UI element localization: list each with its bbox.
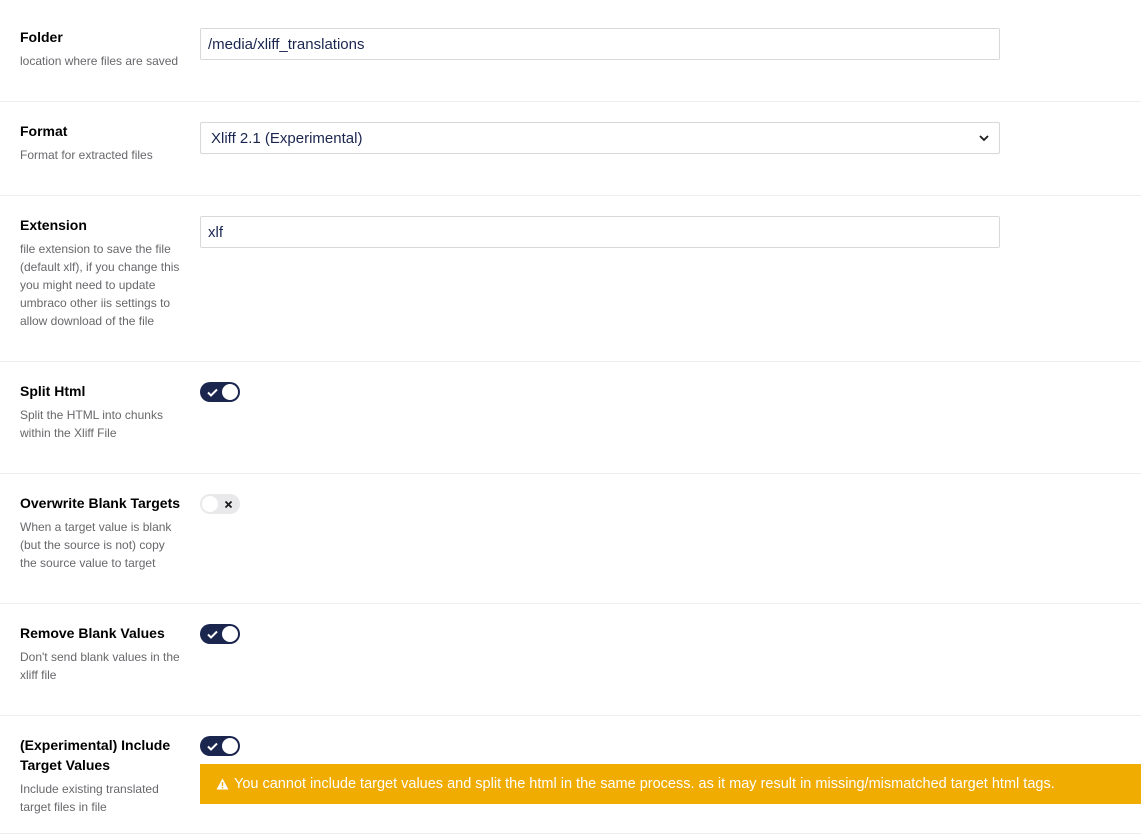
- split-html-description: Split the HTML into chunks within the Xl…: [20, 408, 163, 440]
- extension-control: [200, 216, 1000, 248]
- extension-label: Extension: [20, 217, 87, 233]
- close-icon: [219, 494, 237, 514]
- setting-row-folder: Folder location where files are saved: [0, 0, 1141, 102]
- include-target-values-description: Include existing translated target files…: [20, 782, 159, 814]
- include-target-values-label-group: (Experimental) Include Target Values Inc…: [20, 735, 182, 816]
- chevron-down-icon: [979, 135, 989, 142]
- extension-label-group: Extension file extension to save the fil…: [20, 215, 182, 330]
- split-html-label-group: Split Html Split the HTML into chunks wi…: [20, 381, 182, 442]
- overwrite-blank-targets-description: When a target value is blank (but the so…: [20, 520, 172, 570]
- overwrite-blank-targets-label: Overwrite Blank Targets: [20, 495, 181, 511]
- folder-control: [200, 28, 1000, 60]
- setting-row-format: Format Format for extracted files Xliff …: [0, 101, 1141, 196]
- toggle-knob: [222, 738, 238, 754]
- warning-text: You cannot include target values and spl…: [234, 776, 1055, 792]
- folder-description: location where files are saved: [20, 54, 179, 68]
- check-icon: [203, 624, 221, 644]
- setting-row-split-html: Split Html Split the HTML into chunks wi…: [0, 361, 1141, 474]
- folder-label-group: Folder location where files are saved: [20, 27, 182, 70]
- check-icon: [203, 736, 221, 756]
- folder-input[interactable]: [200, 28, 1000, 60]
- remove-blank-values-control: [200, 624, 240, 644]
- split-html-control: [200, 382, 240, 402]
- toggle-knob: [222, 384, 238, 400]
- split-html-label: Split Html: [20, 383, 86, 399]
- format-label: Format: [20, 123, 68, 139]
- include-target-values-label: (Experimental) Include Target Values: [20, 737, 171, 773]
- extension-description: file extension to save the file (default…: [20, 242, 180, 328]
- overwrite-blank-targets-control: [200, 494, 240, 514]
- extension-input[interactable]: [200, 216, 1000, 248]
- format-description: Format for extracted files: [20, 148, 153, 162]
- overwrite-blank-targets-toggle[interactable]: [200, 494, 240, 514]
- format-control: Xliff 2.1 (Experimental): [200, 122, 1000, 154]
- toggle-knob: [202, 496, 218, 512]
- setting-row-include-target-values: (Experimental) Include Target Values Inc…: [0, 715, 1141, 834]
- include-target-values-control: [200, 736, 240, 756]
- toggle-knob: [222, 626, 238, 642]
- folder-label: Folder: [20, 29, 63, 45]
- setting-row-extension: Extension file extension to save the fil…: [0, 195, 1141, 362]
- remove-blank-values-toggle[interactable]: [200, 624, 240, 644]
- remove-blank-values-description: Don't send blank values in the xliff fil…: [20, 650, 180, 682]
- remove-blank-values-label-group: Remove Blank Values Don't send blank val…: [20, 623, 182, 684]
- remove-blank-values-label: Remove Blank Values: [20, 625, 165, 641]
- format-select[interactable]: Xliff 2.1 (Experimental): [200, 122, 1000, 154]
- overwrite-blank-targets-label-group: Overwrite Blank Targets When a target va…: [20, 493, 182, 572]
- format-label-group: Format Format for extracted files: [20, 121, 182, 164]
- include-target-values-toggle[interactable]: [200, 736, 240, 756]
- setting-row-overwrite-blank-targets: Overwrite Blank Targets When a target va…: [0, 473, 1141, 604]
- format-selected-value: Xliff 2.1 (Experimental): [211, 129, 363, 147]
- include-target-values-warning: You cannot include target values and spl…: [200, 764, 1141, 804]
- check-icon: [203, 382, 221, 402]
- split-html-toggle[interactable]: [200, 382, 240, 402]
- setting-row-remove-blank-values: Remove Blank Values Don't send blank val…: [0, 603, 1141, 716]
- warning-icon: [216, 778, 229, 790]
